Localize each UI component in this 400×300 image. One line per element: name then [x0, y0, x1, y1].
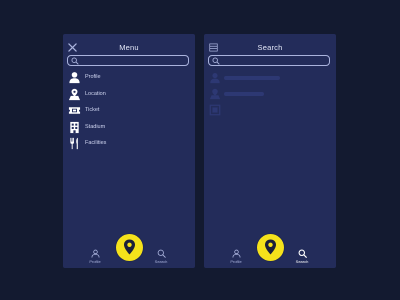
placeholder-bar: [224, 76, 280, 80]
placeholder-bar: [224, 92, 264, 96]
tab-label: Profile: [89, 259, 101, 264]
ticket-icon: [68, 107, 81, 114]
location-fab-button[interactable]: [116, 234, 143, 261]
search-field[interactable]: [67, 55, 189, 66]
tab-label: Profile: [230, 259, 242, 264]
fork-knife-icon: [70, 137, 78, 150]
search-icon: [212, 57, 220, 65]
location-pin-icon: [265, 239, 276, 255]
page-title: Menu: [119, 43, 139, 52]
search-field[interactable]: [208, 55, 330, 66]
tab-profile[interactable]: Profile: [80, 249, 110, 264]
user-icon: [231, 249, 241, 258]
menu-item-label: Stadium: [85, 123, 106, 130]
user-icon: [210, 73, 220, 84]
search-icon: [71, 57, 79, 65]
menu-item-ticket[interactable]: Ticket: [68, 102, 191, 119]
page-title: Search: [257, 43, 283, 52]
tab-search[interactable]: Search: [146, 249, 176, 264]
tab-profile[interactable]: Profile: [221, 249, 251, 264]
search-icon: [298, 249, 307, 258]
ticket-icon: [209, 104, 221, 116]
menu-item-profile[interactable]: Profile: [68, 69, 191, 86]
map-icon: [68, 88, 81, 100]
menu-item-location[interactable]: Location: [68, 86, 191, 103]
user-icon: [90, 249, 100, 258]
list-item: [209, 71, 332, 87]
search-screen: Search Profile Search: [204, 34, 336, 268]
list-item: [209, 103, 332, 119]
list-item: [209, 87, 332, 103]
menu-item-label: Ticket: [85, 107, 100, 113]
menu-item-label: Facilities: [85, 140, 107, 146]
menu-item-label: Profile: [85, 74, 101, 80]
stadium-icon: [70, 121, 79, 133]
menu-item-stadium[interactable]: Stadium: [68, 119, 191, 136]
map-icon: [209, 88, 221, 100]
search-results-placeholder: [209, 71, 332, 119]
tab-label: Search: [295, 259, 309, 264]
search-icon: [157, 249, 166, 258]
menu-screen: Menu Profile Location Ticket Stadium Fac…: [63, 34, 195, 268]
search-input[interactable]: [81, 56, 181, 65]
tab-label: Search: [154, 259, 168, 264]
user-icon: [69, 72, 80, 84]
location-fab-button[interactable]: [257, 234, 284, 261]
search-input[interactable]: [222, 56, 322, 65]
menu-list: Profile Location Ticket Stadium Faciliti…: [68, 69, 191, 152]
location-pin-icon: [124, 239, 135, 255]
menu-item-facilities[interactable]: Facilities: [68, 135, 191, 152]
tab-search[interactable]: Search: [287, 249, 317, 264]
menu-item-label: Location: [85, 90, 106, 97]
